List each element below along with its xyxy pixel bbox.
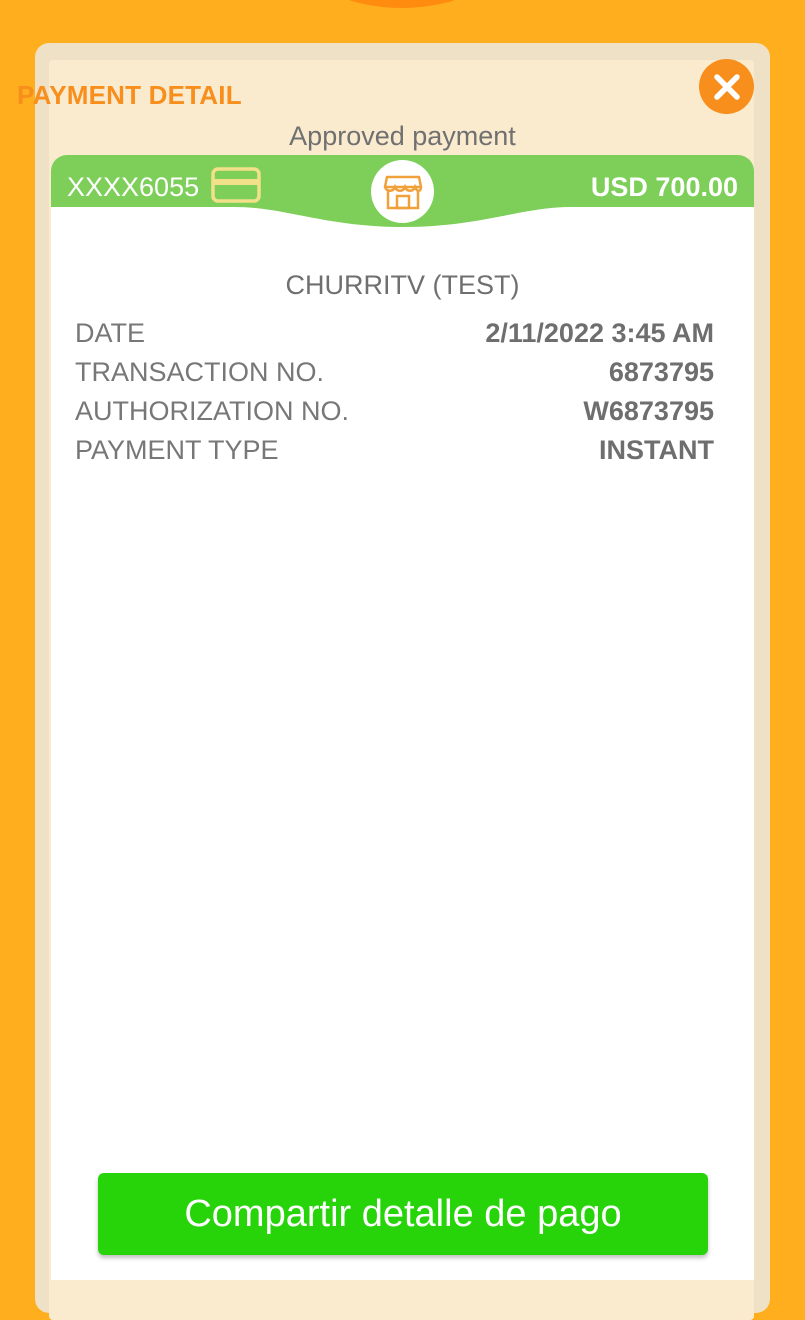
close-button[interactable] [699, 59, 754, 114]
payment-amount: USD 700.00 [590, 172, 738, 202]
store-icon [383, 175, 422, 209]
detail-label: PAYMENT TYPE [75, 434, 279, 465]
detail-value: 2/11/2022 3:45 AM [485, 317, 714, 348]
detail-label: TRANSACTION NO. [75, 356, 325, 387]
page-title: PAYMENT DETAIL [17, 80, 242, 110]
card-number: XXXX6055 [67, 172, 200, 202]
share-payment-detail-button[interactable]: Compartir detalle de pago [98, 1173, 708, 1255]
detail-row-transaction: TRANSACTION NO. 6873795 [75, 355, 714, 389]
detail-label: AUTHORIZATION NO. [75, 395, 349, 426]
detail-row-authorization: AUTHORIZATION NO. W6873795 [75, 394, 714, 428]
top-decoration [292, 0, 512, 8]
detail-label: DATE [75, 317, 146, 348]
merchant-name: CHURRITV (TEST) [285, 270, 520, 300]
payment-status: Approved payment [289, 121, 516, 151]
credit-card-icon [211, 167, 261, 203]
detail-value: W6873795 [583, 395, 714, 426]
receipt-card: XXXX6055 USD 700.00 CHURRITV (TEST) DATE… [51, 155, 754, 1280]
detail-row-date: DATE 2/11/2022 3:45 AM [75, 316, 714, 350]
close-icon [713, 73, 740, 100]
merchant-badge [371, 160, 434, 223]
detail-value: 6873795 [608, 356, 714, 387]
detail-row-payment-type: PAYMENT TYPE INSTANT [75, 433, 714, 467]
detail-value: INSTANT [599, 434, 714, 465]
